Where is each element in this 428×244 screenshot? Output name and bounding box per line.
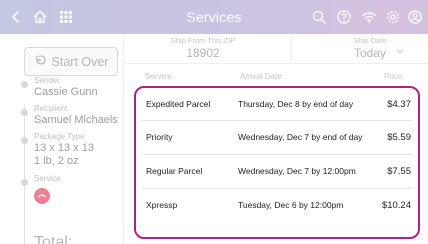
option-arrival: Tuesday, Dec 6 by 12:00pm <box>238 200 344 210</box>
step-value: 13 x 13 x 13 <box>34 142 94 154</box>
option-price: $10.24 <box>381 199 411 211</box>
start-over-button[interactable]: Start Over <box>24 47 118 76</box>
step-label: Recipient <box>34 104 68 113</box>
option-arrival: Thursday, Dec 8 by end of day <box>238 99 354 109</box>
option-arrival: Wednesday, Dec 7 by end of day <box>238 132 363 142</box>
column-header-price: Price <box>384 72 403 81</box>
wifi-icon[interactable] <box>361 9 377 25</box>
column-header-arrival: Arrival Date <box>240 72 282 81</box>
option-price: $4.37 <box>387 98 411 110</box>
sidebar: Start Over Sender Cassie Gunn Recipient … <box>0 34 124 244</box>
top-bar: Services <box>0 0 428 34</box>
step-label: Service <box>34 174 61 183</box>
account-icon[interactable] <box>407 9 423 25</box>
step-label: Package Type <box>34 132 85 141</box>
total-label: Total: <box>34 234 73 244</box>
step-value-weight: 1 lb, 2 oz <box>34 155 79 167</box>
service-option-row[interactable]: Priority Wednesday, Dec 7 by end of day … <box>136 121 418 153</box>
ship-from-zip-value: 18902 <box>186 46 220 60</box>
step-sender[interactable]: Sender Cassie Gunn <box>21 76 98 99</box>
service-option-row[interactable]: Expedited Parcel Thursday, Dec 8 by end … <box>136 88 418 120</box>
service-icon <box>34 188 50 204</box>
service-options-list: Expedited Parcel Thursday, Dec 8 by end … <box>134 86 420 239</box>
search-icon[interactable] <box>311 9 327 25</box>
service-option-row[interactable]: Xpressp Tuesday, Dec 6 by 12:00pm $10.24 <box>136 189 418 221</box>
step-dot <box>21 137 28 144</box>
chevron-down-icon[interactable] <box>395 43 405 54</box>
ship-date-value: Today <box>353 46 387 60</box>
option-name: Priority <box>146 132 173 142</box>
option-price: $7.55 <box>387 165 411 177</box>
step-service[interactable]: Service <box>21 174 61 204</box>
step-dot <box>21 179 28 186</box>
reset-icon <box>34 54 46 69</box>
divider <box>291 37 292 61</box>
help-icon[interactable] <box>336 9 352 25</box>
step-value: Cassie Gunn <box>34 86 98 98</box>
progress-line <box>24 104 25 244</box>
ship-from-zip-label: Ship From This ZIP <box>170 36 236 45</box>
option-name: Expedited Parcel <box>146 99 211 109</box>
option-price: $5.59 <box>387 131 411 143</box>
step-dot <box>21 109 28 116</box>
ship-info-bar: Ship From This ZIP 18902 Ship Date Today <box>125 34 428 64</box>
step-recipient[interactable]: Recipient Samuel Michaels <box>21 104 118 127</box>
ship-date-select[interactable]: Ship Date Today <box>315 36 425 60</box>
start-over-label: Start Over <box>51 54 109 69</box>
column-header-service: Service <box>145 72 172 81</box>
option-name: Regular Parcel <box>146 166 203 176</box>
option-arrival: Wednesday, Dec 7 by 12:00pm <box>238 166 356 176</box>
service-option-row[interactable]: Regular Parcel Wednesday, Dec 7 by 12:00… <box>136 155 418 187</box>
settings-icon[interactable] <box>385 9 401 25</box>
ship-date-label: Ship Date <box>353 36 387 45</box>
option-name: Xpressp <box>146 200 178 210</box>
step-label: Sender <box>34 76 60 85</box>
step-package-type[interactable]: Package Type 13 x 13 x 13 1 lb, 2 oz <box>21 132 94 168</box>
step-dot <box>21 81 28 88</box>
ship-from-zip[interactable]: Ship From This ZIP 18902 <box>143 36 263 60</box>
step-value: Samuel Michaels <box>34 114 118 126</box>
